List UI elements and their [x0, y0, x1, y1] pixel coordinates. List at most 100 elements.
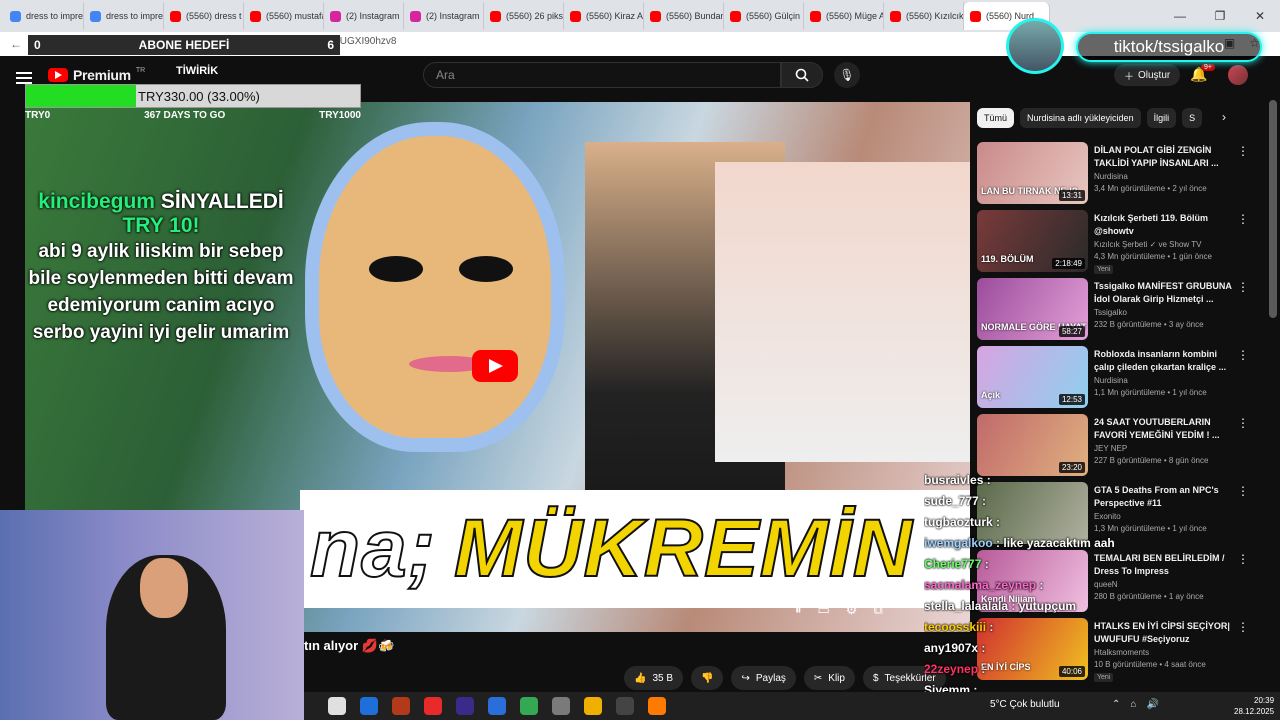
chevron-up-icon[interactable]: ⌃: [1112, 699, 1120, 710]
taskbar-app-icon[interactable]: [392, 697, 410, 715]
chip[interactable]: Tümü: [977, 108, 1015, 128]
browser-tab[interactable]: (5560) Kiraz A: [564, 2, 644, 30]
video-title[interactable]: TEMALARI BEN BELİRLEDİM / Dress To Impre…: [1094, 552, 1234, 578]
caption-main: MÜKREMİN: [453, 502, 913, 595]
settings-gear-icon[interactable]: ⚙: [846, 602, 858, 618]
subtitles-icon[interactable]: ▭: [818, 602, 830, 618]
clip-button[interactable]: ✂ Klip: [803, 666, 855, 690]
clock[interactable]: 20:39 28.12.2025: [1234, 695, 1274, 717]
taskbar-app-icon[interactable]: [520, 697, 538, 715]
video-title[interactable]: 24 SAAT YOUTUBERLARIN FAVORİ YEMEĞİNİ YE…: [1094, 416, 1234, 442]
browser-tab[interactable]: (5560) Bundar: [644, 2, 724, 30]
chat-message: Cherie777 :: [924, 557, 989, 571]
tab-label: dress to impre: [26, 11, 84, 21]
chat-username: any1907x: [924, 641, 979, 655]
channel-name[interactable]: Nurdisina: [1094, 376, 1128, 385]
back-icon[interactable]: ←: [10, 37, 22, 51]
chip[interactable]: S: [1182, 108, 1203, 128]
chat-overlay: busraivles : sude_777 : tugbaozturk : iw…: [924, 470, 1114, 701]
taskbar-app-icon[interactable]: [328, 697, 346, 715]
browser-tab[interactable]: (2) Instagram: [324, 2, 404, 30]
chip[interactable]: Nurdisina adlı yükleyiciden: [1020, 108, 1141, 128]
share-button[interactable]: ↪ Paylaş: [731, 666, 796, 690]
volume-icon[interactable]: 🔊: [1146, 699, 1158, 710]
more-options-icon[interactable]: ⋮: [1237, 484, 1249, 498]
google-icon: [90, 10, 101, 22]
tab-label: (5560) Gülçin: [746, 11, 801, 21]
video-thumbnail[interactable]: LAN BU TIRNAK NE !? 13:31: [977, 142, 1088, 204]
video-thumbnail[interactable]: 119. BÖLÜM 2:18:49: [977, 210, 1088, 272]
browser-tab[interactable]: dress to impre: [4, 2, 84, 30]
video-title[interactable]: GTA 5 Deaths From an NPC's Perspective #…: [1094, 484, 1234, 510]
chat-username: tecoosskiii: [924, 620, 987, 634]
chat-message: stella_lalaalala : yutupçum: [924, 599, 1077, 613]
play-button-icon[interactable]: [472, 350, 518, 382]
browser-tab[interactable]: (2) Instagram: [404, 2, 484, 30]
instagram-icon: [330, 10, 341, 22]
browser-tab[interactable]: (5560) dress t: [164, 2, 244, 30]
video-title[interactable]: Kızılcık Şerbeti 119. Bölüm @showtv: [1094, 212, 1234, 238]
more-options-icon[interactable]: ⋮: [1237, 348, 1249, 362]
browser-tab[interactable]: (5560) Müge A: [804, 2, 884, 30]
search-button[interactable]: [781, 62, 823, 88]
video-meta: 4,3 Mn görüntüleme • 1 gün önce: [1094, 252, 1212, 261]
eye-right: [459, 256, 513, 282]
network-icon[interactable]: ⌂: [1130, 699, 1136, 710]
dislike-button[interactable]: 👎: [691, 666, 724, 690]
search-input[interactable]: Ara: [423, 62, 781, 88]
voice-search-button[interactable]: 🎙: [834, 62, 860, 88]
video-thumbnail[interactable]: 23:20: [977, 414, 1088, 476]
chip[interactable]: İlgili: [1146, 108, 1177, 128]
browser-tab[interactable]: dress to impre: [84, 2, 164, 30]
video-duration: 13:31: [1058, 190, 1085, 201]
video-thumbnail[interactable]: NORMALE GÖRE HAYAT 58:27: [977, 278, 1088, 340]
youtube-play-logo-icon: [48, 68, 68, 82]
video-thumbnail[interactable]: Açık 12:53: [977, 346, 1088, 408]
taskbar-app-icon[interactable]: [424, 697, 442, 715]
scrollbar[interactable]: [1269, 100, 1277, 318]
chat-message: busraivles :: [924, 473, 991, 487]
more-options-icon[interactable]: ⋮: [1237, 416, 1249, 430]
webcam-overlay: [0, 510, 304, 720]
video-meta: 227 B görüntüleme • 8 gün önce: [1094, 456, 1209, 465]
more-options-icon[interactable]: ⋮: [1237, 280, 1249, 294]
recommendation-item[interactable]: NORMALE GÖRE HAYAT 58:27 Tssigalko MANİFES…: [977, 278, 1267, 342]
taskbar-app-icon[interactable]: [360, 697, 378, 715]
taskbar-app-icon[interactable]: [456, 697, 474, 715]
channel-name[interactable]: JEY NEP: [1094, 444, 1127, 453]
video-title[interactable]: HTALKS EN İYİ CİPSİ SEÇİYOR| UWUFUFU #Se…: [1094, 620, 1234, 646]
recommendation-item[interactable]: 23:20 24 SAAT YOUTUBERLARIN FAVORİ YEMEĞİ…: [977, 414, 1267, 478]
like-button[interactable]: 👍 35 B: [624, 666, 684, 690]
chevron-right-icon[interactable]: ›: [1222, 110, 1226, 124]
more-options-icon[interactable]: ⋮: [1237, 212, 1249, 226]
browser-tab[interactable]: (5560) 26 piks: [484, 2, 564, 30]
tab-label: (5560) 26 piks: [506, 11, 564, 21]
taskbar-app-icon[interactable]: [552, 697, 570, 715]
recommendation-item[interactable]: Açık 12:53 Robloxda insanların kombini çal…: [977, 346, 1267, 410]
alert-user: kincibegum: [38, 190, 155, 213]
video-title[interactable]: DİLAN POLAT GİBİ ZENGİN TAKLİDİ YAPIP İN…: [1094, 144, 1234, 170]
channel-name[interactable]: Tssigalko: [1094, 308, 1127, 317]
video-title[interactable]: Robloxda insanların kombini çalıp çilede…: [1094, 348, 1234, 374]
more-options-icon[interactable]: ⋮: [1237, 144, 1249, 158]
taskbar-app-icon[interactable]: [584, 697, 602, 715]
more-options-icon[interactable]: ⋮: [1237, 620, 1249, 634]
taskbar-app-icon[interactable]: [648, 697, 666, 715]
taskbar-app-icon[interactable]: [488, 697, 506, 715]
channel-name[interactable]: Kızılcık Şerbeti ✓ ve Show TV: [1094, 240, 1201, 249]
youtube-logo[interactable]: Premium TR: [48, 67, 145, 83]
browser-tab[interactable]: (5560) Kızılcık: [884, 2, 964, 30]
logo-text: Premium: [73, 67, 131, 83]
weather-widget[interactable]: 5°C Çok bulutlu: [990, 699, 1060, 710]
more-options-icon[interactable]: ⋮: [1237, 552, 1249, 566]
taskbar-app-icon[interactable]: [616, 697, 634, 715]
miniplayer-icon[interactable]: ⧉: [873, 602, 882, 618]
youtube-icon: [730, 10, 741, 22]
recommendation-item[interactable]: 119. BÖLÜM 2:18:49 Kızılcık Şerbeti 119. B…: [977, 210, 1267, 274]
video-title[interactable]: Tssigalko MANİFEST GRUBUNA İdol Olarak G…: [1094, 280, 1234, 306]
browser-tab[interactable]: (5560) mustafa: [244, 2, 324, 30]
browser-tab[interactable]: (5560) Gülçin: [724, 2, 804, 30]
channel-name[interactable]: Nurdisina: [1094, 172, 1128, 181]
recommendation-item[interactable]: LAN BU TIRNAK NE !? 13:31 DİLAN POLAT GİBİ…: [977, 142, 1267, 206]
autoplay-toggle-icon[interactable]: ⏸: [795, 602, 802, 618]
